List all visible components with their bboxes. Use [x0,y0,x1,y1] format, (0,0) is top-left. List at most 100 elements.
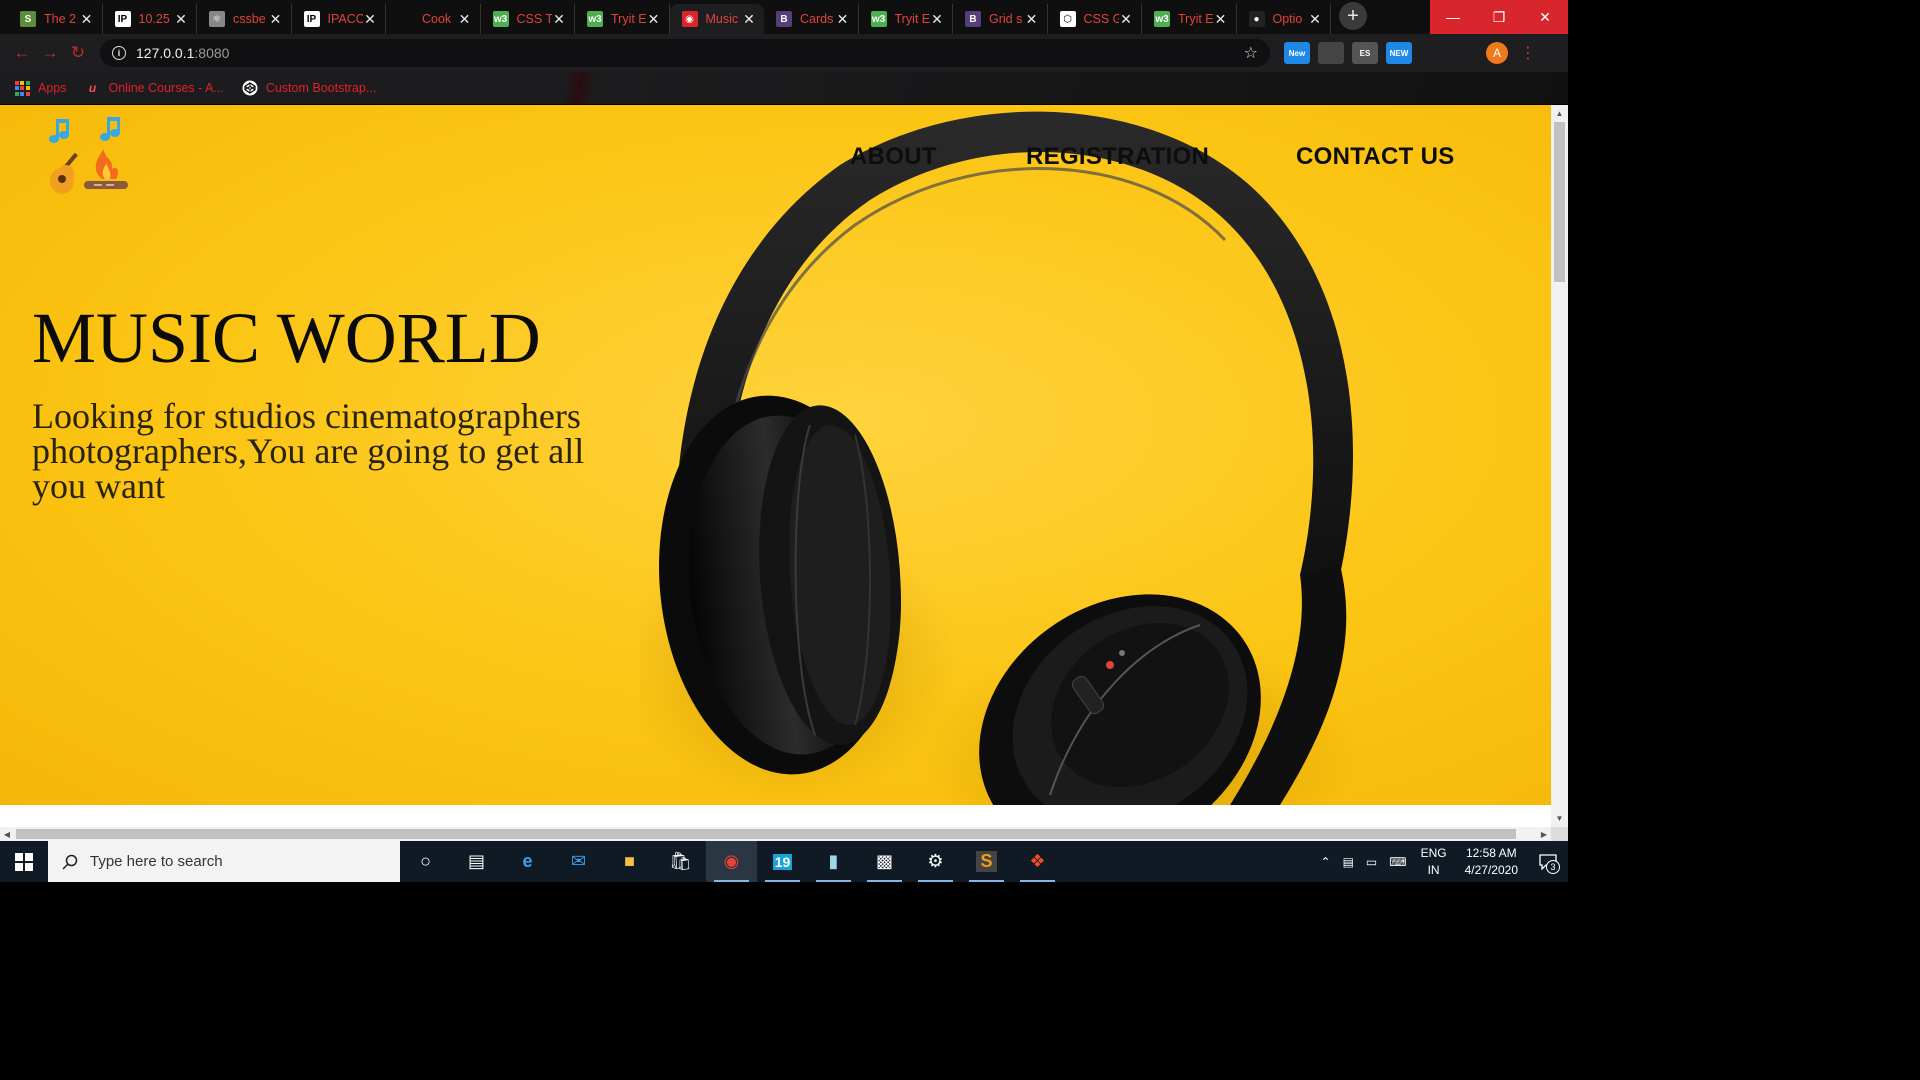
browser-tab[interactable]: IP 10.25 ✕ [103,4,197,34]
restore-button[interactable]: ❐ [1476,0,1522,34]
horizontal-scrollbar[interactable]: ◀ ▶ [0,827,1551,841]
w3schools-icon: w3 [492,11,509,27]
clock-date: 4/27/2020 [1464,862,1518,877]
search-icon [62,854,78,870]
tab-close-icon[interactable]: ✕ [552,11,566,28]
bookmark-online-courses[interactable]: u Online Courses - A... [85,80,224,96]
scroll-down-arrow-icon[interactable]: ▼ [1551,810,1568,827]
lang-region: IN [1427,862,1440,877]
vertical-scroll-thumb[interactable] [1554,122,1565,282]
scroll-right-arrow-icon[interactable]: ▶ [1537,827,1551,841]
tab-title: Cards [800,12,834,26]
browser-tab[interactable]: B Grid s ✕ [953,4,1048,34]
tab-title: Cook [422,12,452,26]
figma-icon[interactable]: ❖ [1012,841,1063,882]
forward-button[interactable]: → [36,39,64,67]
url-host: 127.0.0.1 [136,45,195,61]
tab-list: S The 2 ✕ IP 10.25 ✕ ⚛ cssbe ✕ IP IPACC ✕ Cook ✕ w3 CSS… [0,0,1331,34]
keyboard-icon[interactable]: ⌨ [1383,855,1412,869]
start-button[interactable] [0,841,48,882]
new-badge-ext-icon[interactable]: New [1284,42,1310,64]
bookmark-star-icon[interactable]: ☆ [1244,43,1258,63]
pen-ext-icon[interactable] [1420,42,1446,64]
tab-close-icon[interactable]: ✕ [80,11,94,28]
tab-title: cssbe [233,12,266,26]
minimize-button[interactable]: — [1430,0,1476,34]
notepad-icon[interactable]: ▮ [808,841,859,882]
browser-tab[interactable]: IP IPACC ✕ [292,4,386,34]
calendar-19-icon[interactable]: 19 [757,841,808,882]
tab-title: Grid s [989,12,1023,26]
search-placeholder: Type here to search [90,853,223,870]
tab-close-icon[interactable]: ✕ [836,11,850,28]
chrome-icon[interactable]: ◉ [706,841,757,882]
vertical-scrollbar[interactable]: ▲ ▼ [1551,105,1568,827]
bookmark-custom-bootstrap[interactable]: Custom Bootstrap... [242,80,376,96]
browser-tab[interactable]: B Cards ✕ [764,4,859,34]
nav-registration-link[interactable]: REGISTRATION [1026,143,1209,171]
network-icon[interactable]: ▤ [1337,855,1360,869]
tab-close-icon[interactable]: ✕ [363,11,377,28]
nav-about-link[interactable]: ABOUT [850,143,937,171]
globe-icon: ◉ [681,11,698,27]
tab-close-icon[interactable]: ✕ [1025,11,1039,28]
tab-close-icon[interactable]: ✕ [1308,11,1322,28]
battery-icon[interactable]: ▭ [1360,855,1383,869]
browser-tab[interactable]: w3 Tryit E ✕ [575,4,670,34]
tab-close-icon[interactable]: ✕ [930,11,944,28]
new-tab-button[interactable]: + [1339,2,1367,30]
tab-close-icon[interactable]: ✕ [1214,11,1228,28]
sublime-icon[interactable]: S [961,841,1012,882]
show-hidden-icons-icon[interactable]: ⌃ [1315,855,1337,869]
tab-close-icon[interactable]: ✕ [647,11,661,28]
browser-tab[interactable]: w3 CSS T ✕ [481,4,575,34]
store-icon[interactable]: 🛍 [655,841,706,882]
url-port: :8080 [194,45,230,61]
action-center-button[interactable]: 3 [1528,841,1568,882]
nav-contact-link[interactable]: CONTACT US [1296,143,1455,171]
terminal-icon[interactable]: ▩ [859,841,910,882]
tab-close-icon[interactable]: ✕ [269,11,283,28]
file-explorer-icon[interactable]: ■ [604,841,655,882]
es-ext-icon[interactable]: ES [1352,42,1378,64]
edge-icon[interactable]: e [502,841,553,882]
browser-tab[interactable]: ⚛ cssbe ✕ [197,4,292,34]
address-bar[interactable]: i 127.0.0.1:8080 ☆ [100,39,1270,67]
bookmark-apps[interactable]: Apps [14,80,67,96]
new-red-ext-icon[interactable]: NEW [1386,42,1412,64]
profile-avatar[interactable]: A [1486,42,1508,64]
browser-tab[interactable]: w3 Tryit E ✕ [859,4,953,34]
task-view-icon[interactable]: ▤ [451,841,502,882]
taskbar-search-box[interactable]: Type here to search [48,841,400,882]
clock[interactable]: 12:58 AM 4/27/2020 [1455,845,1528,879]
browser-tab[interactable]: S The 2 ✕ [8,4,103,34]
browser-tab[interactable]: w3 Tryit E ✕ [1142,4,1237,34]
ip-icon: IP [114,11,131,27]
record-ext-icon[interactable] [1318,42,1344,64]
horizontal-scroll-thumb[interactable] [16,829,1516,839]
tab-close-icon[interactable]: ✕ [174,11,188,28]
tab-close-icon[interactable]: ✕ [742,11,756,28]
settings-icon[interactable]: ⚙ [910,841,961,882]
back-button[interactable]: ← [8,39,36,67]
browser-tab[interactable]: ⬡ CSS G ✕ [1048,4,1142,34]
mail-icon[interactable]: ✉ [553,841,604,882]
site-info-icon[interactable]: i [112,46,126,60]
hero-title: MUSIC WORLD [32,298,541,378]
browser-tab[interactable]: ● Optio ✕ [1237,4,1331,34]
tab-close-icon[interactable]: ✕ [1119,11,1133,28]
language-indicator[interactable]: ENG IN [1413,845,1455,879]
windows-taskbar: Type here to search ○ ▤ e ✉ ■ 🛍 ◉ 19 ▮ ▩ ⚙ S ❖ ⌃ ▤ ▭… [0,841,1568,882]
tab-close-icon[interactable]: ✕ [458,11,472,28]
chrome-menu-icon[interactable]: ⋮ [1520,43,1536,63]
scroll-left-arrow-icon[interactable]: ◀ [0,827,14,841]
browser-tab[interactable]: ◉ Music ✕ [669,4,764,34]
ethereum-ext-icon[interactable] [1454,42,1480,64]
browser-tab[interactable]: Cook ✕ [386,4,481,34]
tab-title: Optio [1272,12,1303,26]
scroll-up-arrow-icon[interactable]: ▲ [1551,105,1568,122]
close-window-button[interactable]: ✕ [1522,0,1568,34]
bootstrap-icon: B [965,11,981,27]
reload-button[interactable]: ↻ [64,39,92,67]
cortana-icon[interactable]: ○ [400,841,451,882]
